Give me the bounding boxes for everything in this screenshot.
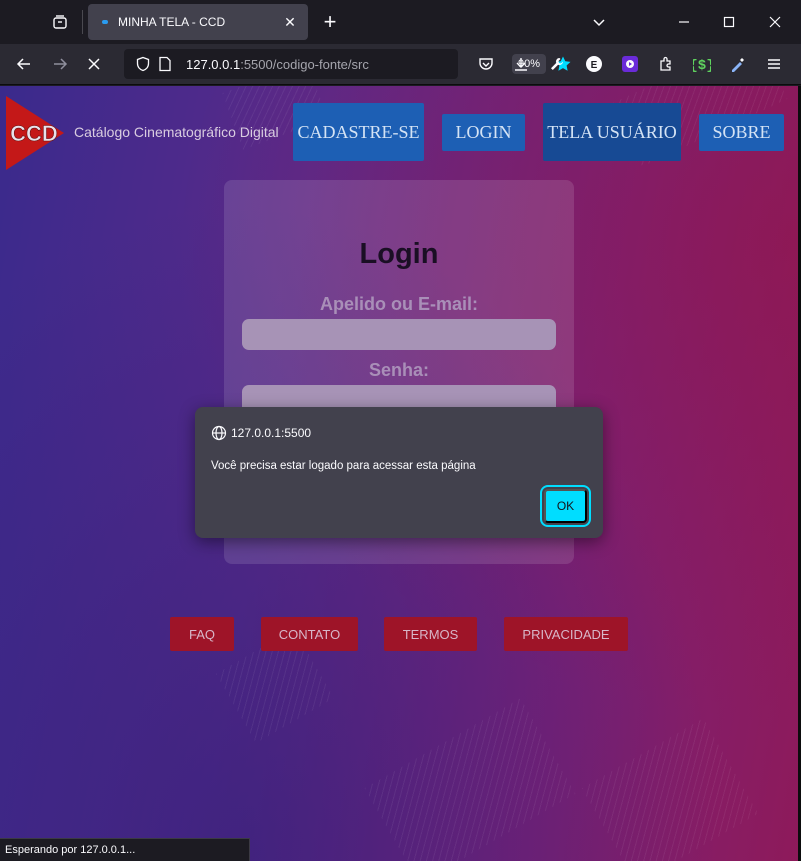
nav-user-screen-link[interactable]: TELA USUÁRIO [543,103,681,161]
active-tab[interactable]: MINHA TELA - CCD ✕ [88,4,308,40]
alert-dialog: 127.0.0.1:5500 Você precisa estar logado… [195,407,603,538]
downloads-icon[interactable] [507,50,535,78]
footer-faq-link[interactable]: FAQ [170,617,234,651]
site-title: Catálogo Cinematográfico Digital [74,124,279,140]
maximize-button[interactable] [715,8,743,36]
globe-icon [211,425,227,441]
status-bar: Esperando por 127.0.0.1... [0,838,250,861]
address-bar[interactable]: 127.0.0.1:5500/codigo-fonte/src 90% [124,49,571,79]
url-host: 127.0.0.1 [186,56,241,72]
login-heading: Login [359,238,439,270]
nav-signup-link[interactable]: CADASTRE-SE [293,103,424,161]
background-decoration [581,718,759,861]
devtools-wrench-icon[interactable] [543,50,571,78]
tab-favicon-icon [102,20,108,24]
forward-button[interactable] [46,50,74,78]
tracking-protection-shield-icon[interactable] [132,53,154,75]
nav-login-link[interactable]: LOGIN [442,114,525,151]
footer-contact-link[interactable]: CONTATO [261,617,358,651]
browser-tab-bar: MINHA TELA - CCD ✕ + [0,0,801,44]
logo-text: CCD [10,121,58,146]
alert-message: Você precisa estar logado para acessar e… [211,460,476,472]
hamburger-menu-icon[interactable] [760,50,788,78]
tab-overflow-chevron-icon[interactable] [585,8,613,36]
url-text: 127.0.0.1:5500/codigo-fonte/src [186,57,382,72]
browser-toolbar: 127.0.0.1:5500/codigo-fonte/src 90% E {$… [0,44,801,85]
username-input[interactable] [242,319,556,350]
nav-about-link[interactable]: SOBRE [699,114,784,151]
tab-title: MINHA TELA - CCD [118,15,226,29]
alert-origin-text: 127.0.0.1:5500 [231,426,312,440]
ccd-logo[interactable]: CCD [6,96,68,170]
extension-video-icon[interactable] [616,50,644,78]
alert-origin: 127.0.0.1:5500 [211,425,311,441]
extension-braces-icon[interactable]: {$} [688,50,716,78]
password-label: Senha: [368,360,429,380]
new-tab-button[interactable]: + [316,8,344,36]
svg-text:{$}: {$} [693,58,711,73]
stop-loading-button[interactable] [80,50,108,78]
svg-text:E: E [591,60,598,71]
footer-terms-link[interactable]: TERMOS [384,617,477,651]
extension-e-icon[interactable]: E [580,50,608,78]
footer-privacy-link[interactable]: PRIVACIDADE [504,617,628,651]
extensions-puzzle-icon[interactable] [652,50,680,78]
color-picker-icon[interactable] [724,50,752,78]
background-decoration [364,698,576,861]
back-button[interactable] [10,50,38,78]
page-info-icon[interactable] [154,53,176,75]
pocket-icon[interactable] [472,50,500,78]
close-window-button[interactable] [761,8,789,36]
tab-separator [82,10,83,34]
list-all-tabs-icon[interactable] [44,8,76,36]
minimize-button[interactable] [670,8,698,36]
alert-ok-button[interactable]: OK [544,489,587,523]
username-label: Apelido ou E-mail: [319,294,478,314]
tab-close-icon[interactable]: ✕ [280,12,300,32]
url-path: :5500/codigo-fonte/src [240,56,369,72]
